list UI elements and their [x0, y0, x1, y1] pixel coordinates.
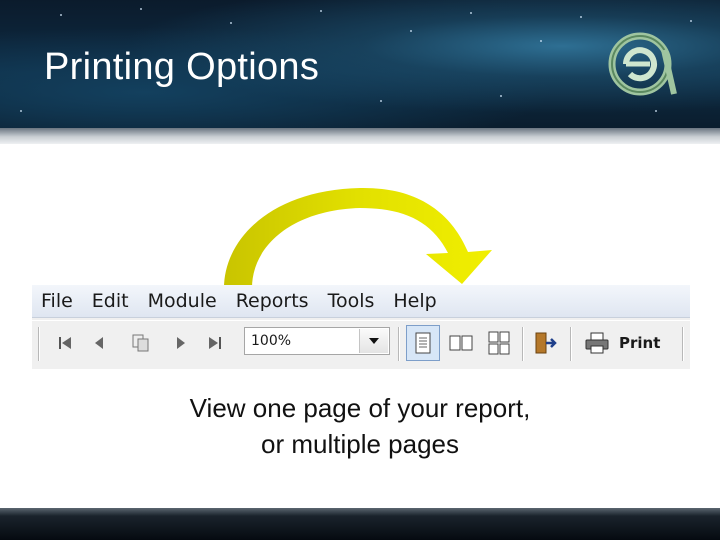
- two-pages-button[interactable]: [446, 328, 476, 358]
- toolbar-separator: [682, 327, 684, 361]
- last-page-icon: [209, 337, 221, 349]
- menu-reports[interactable]: Reports: [227, 285, 319, 317]
- exit-icon: [535, 332, 557, 354]
- zoom-value: 100%: [251, 333, 292, 349]
- next-page-icon: [177, 337, 185, 349]
- toolbar-separator: [522, 327, 524, 361]
- first-page-icon: [59, 337, 71, 349]
- curved-arrow-icon: [224, 187, 492, 288]
- page-title: Printing Options: [44, 46, 320, 88]
- next-page-button[interactable]: [168, 328, 194, 358]
- toolbar-separator: [398, 327, 400, 361]
- menu-file[interactable]: File: [32, 285, 83, 317]
- exit-button[interactable]: [530, 328, 560, 358]
- menu-module[interactable]: Module: [139, 285, 227, 317]
- menu-edit[interactable]: Edit: [83, 285, 139, 317]
- caption-line: View one page of your report,: [189, 393, 531, 423]
- print-button[interactable]: Print: [619, 334, 660, 352]
- menu-tools[interactable]: Tools: [319, 285, 385, 317]
- first-page-button[interactable]: [52, 328, 78, 358]
- printer-icon: [585, 332, 609, 354]
- toolbar-separator: [38, 327, 40, 361]
- printer-button[interactable]: [582, 328, 612, 358]
- copy-pages-button[interactable]: [128, 328, 154, 358]
- two-pages-icon: [449, 335, 473, 351]
- single-page-button[interactable]: [406, 325, 440, 361]
- slide-caption: View one page of your report, or multipl…: [0, 390, 720, 462]
- chevron-down-icon: [369, 338, 379, 344]
- menu-bar: File Edit Module Reports Tools Help: [32, 285, 690, 318]
- zoom-select[interactable]: 100%: [244, 327, 390, 355]
- previous-page-button[interactable]: [86, 328, 112, 358]
- single-page-icon: [415, 332, 431, 354]
- last-page-button[interactable]: [202, 328, 228, 358]
- four-pages-button[interactable]: [484, 328, 514, 358]
- previous-page-icon: [95, 337, 103, 349]
- four-pages-icon: [488, 331, 510, 355]
- header-divider: [0, 128, 720, 144]
- copy-pages-icon: [132, 334, 149, 352]
- toolbar-separator: [570, 327, 572, 361]
- logo-icon: [608, 32, 677, 96]
- menu-help[interactable]: Help: [384, 285, 446, 317]
- app-screenshot: File Edit Module Reports Tools Help 100%: [32, 285, 690, 369]
- caption-line: or multiple pages: [261, 429, 459, 459]
- slide-footer: [0, 508, 720, 540]
- report-toolbar: 100% Print: [32, 320, 690, 367]
- slide-header: Printing Options: [0, 0, 720, 132]
- zoom-dropdown-button[interactable]: [359, 329, 388, 353]
